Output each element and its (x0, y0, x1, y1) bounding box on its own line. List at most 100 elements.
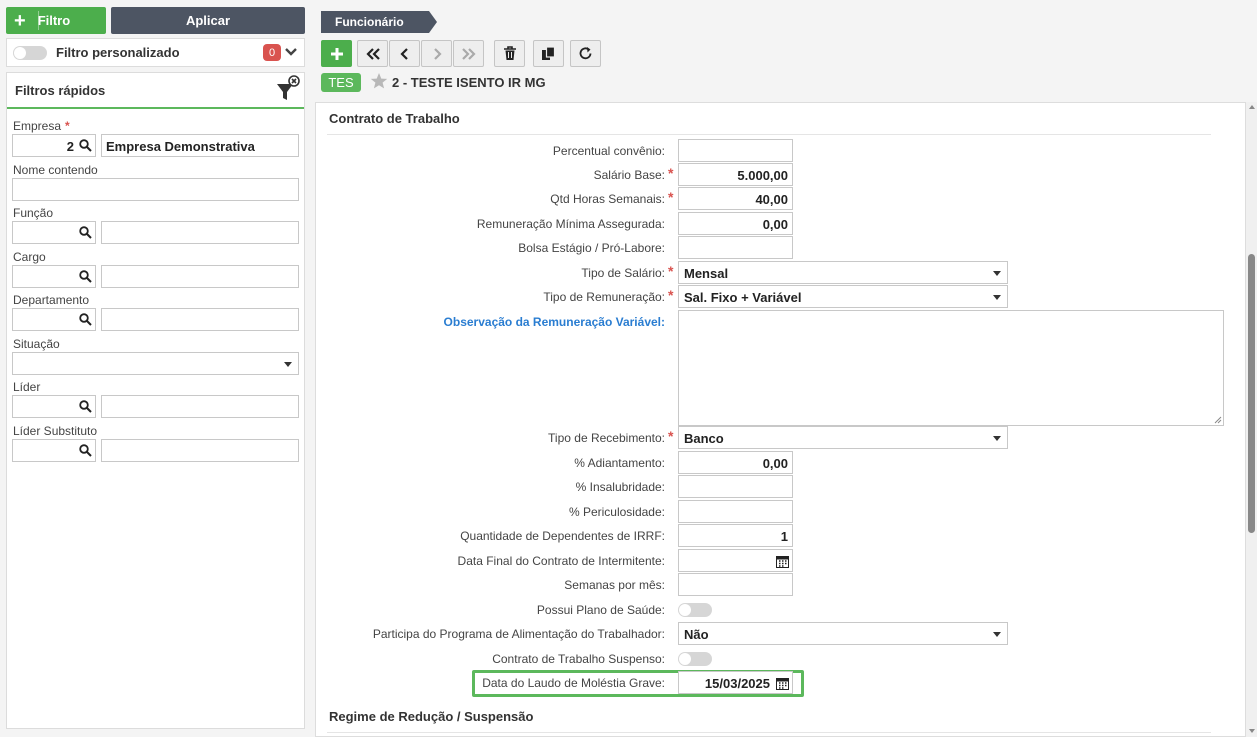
plus-icon (330, 47, 343, 60)
required-marker: * (668, 428, 674, 444)
required-marker: * (668, 287, 674, 303)
filter-count-badge: 0 (263, 44, 281, 61)
periculosidade-label: % Periculosidade: (568, 505, 665, 519)
tipo-salario-select[interactable]: Mensal (678, 261, 1008, 284)
lider-name-field[interactable] (101, 395, 299, 418)
suspenso-toggle[interactable] (678, 652, 712, 666)
qtd-horas-input[interactable]: 40,00 (678, 187, 793, 210)
search-icon[interactable] (79, 313, 92, 329)
insalubridade-input[interactable] (678, 475, 793, 498)
tipo-remuneracao-select[interactable]: Sal. Fixo + Variável (678, 285, 1008, 308)
funcao-code-field[interactable] (12, 221, 96, 244)
remuneracao-minima-label: Remuneração Mínima Assegurada: (476, 217, 665, 231)
copy-button[interactable] (533, 40, 564, 67)
observacao-label[interactable]: Observação da Remuneração Variável: (444, 315, 665, 329)
dependentes-label: Quantidade de Dependentes de IRRF: (460, 529, 665, 543)
salario-base-label: Salário Base: (593, 168, 665, 182)
bolsa-estagio-input[interactable] (678, 236, 793, 259)
suspenso-label: Contrato de Trabalho Suspenso: (492, 652, 665, 666)
cargo-name-field[interactable] (101, 265, 299, 288)
empresa-name-field[interactable]: Empresa Demonstrativa (101, 134, 299, 157)
clear-filter-icon[interactable] (275, 75, 301, 106)
departamento-name-field[interactable] (101, 308, 299, 331)
plano-saude-label: Possui Plano de Saúde: (536, 603, 665, 617)
data-final-input[interactable] (678, 549, 793, 572)
filtro-label: Filtro (37, 13, 71, 28)
lider-code-field[interactable] (12, 395, 96, 418)
section-contrato-title: Contrato de Trabalho (329, 111, 460, 126)
search-icon[interactable] (79, 400, 92, 416)
cargo-label: Cargo (13, 250, 46, 264)
adiantamento-input[interactable]: 0,00 (678, 451, 793, 474)
funcao-label: Função (13, 206, 54, 220)
form-area: Contrato de Trabalho Percentual convênio… (315, 102, 1246, 737)
nome-contendo-input[interactable] (12, 178, 299, 201)
favorite-star-icon[interactable] (370, 72, 388, 93)
trash-icon (503, 46, 516, 60)
quick-filters-title: Filtros rápidos (15, 83, 106, 98)
percentual-convenio-input[interactable] (678, 139, 793, 162)
add-button[interactable] (321, 40, 352, 67)
first-record-button[interactable] (357, 40, 388, 67)
departamento-label: Departamento (13, 293, 90, 307)
pat-select[interactable]: Não (678, 622, 1008, 645)
required-marker: * (668, 263, 674, 279)
delete-button[interactable] (494, 40, 525, 67)
section-divider (327, 134, 1211, 135)
next-record-button[interactable] (421, 40, 452, 67)
scroll-up-icon[interactable] (1249, 105, 1255, 109)
filtro-personalizado-label: Filtro personalizado (56, 45, 180, 60)
filtro-personalizado-bar: Filtro personalizado 0 (6, 38, 305, 67)
calendar-icon[interactable] (776, 555, 789, 571)
chevron-down-icon[interactable] (284, 45, 298, 62)
observacao-textarea[interactable] (678, 310, 1224, 426)
qtd-horas-label: Qtd Horas Semanais: (550, 192, 665, 206)
nome-contendo-label: Nome contendo (13, 163, 98, 177)
aplicar-button[interactable]: Aplicar (111, 7, 305, 34)
last-record-button[interactable] (453, 40, 484, 67)
scrollbar-thumb[interactable] (1248, 254, 1255, 533)
remuneracao-minima-input[interactable]: 0,00 (678, 212, 793, 235)
departamento-code-field[interactable] (12, 308, 96, 331)
funcao-name-field[interactable] (101, 221, 299, 244)
lider-substituto-label: Líder Substituto (13, 424, 98, 438)
tipo-recebimento-select[interactable]: Banco (678, 426, 1008, 449)
salario-base-input[interactable]: 5.000,00 (678, 163, 793, 186)
data-final-label: Data Final do Contrato de Intermitente: (457, 554, 665, 568)
plano-saude-toggle[interactable] (678, 603, 712, 617)
required-marker: * (668, 189, 674, 205)
filtro-personalizado-toggle[interactable] (13, 46, 47, 60)
dropdown-arrow-icon (993, 436, 1001, 441)
adiantamento-label: % Adiantamento: (574, 456, 665, 470)
refresh-button[interactable] (570, 40, 601, 67)
previous-record-button[interactable] (389, 40, 420, 67)
tab-funcionario[interactable]: Funcionário (321, 11, 437, 33)
double-chevron-left-icon (365, 47, 380, 60)
data-laudo-input[interactable]: 15/03/2025 (678, 671, 793, 694)
calendar-icon[interactable] (776, 677, 789, 693)
vertical-scrollbar[interactable] (1246, 102, 1257, 737)
tipo-recebimento-label: Tipo de Recebimento: (548, 431, 665, 445)
dropdown-arrow-icon (284, 362, 292, 367)
cargo-code-field[interactable] (12, 265, 96, 288)
scroll-down-icon[interactable] (1249, 729, 1255, 733)
periculosidade-input[interactable] (678, 500, 793, 523)
situacao-select[interactable] (12, 352, 299, 375)
dependentes-input[interactable]: 1 (678, 524, 793, 547)
semanas-input[interactable] (678, 573, 793, 596)
filter-panel: + Filtro Aplicar Filtro personalizado 0 … (0, 0, 311, 737)
search-icon[interactable] (79, 139, 92, 155)
quick-filters: Filtros rápidos Empresa * 2 Empresa Demon… (6, 72, 305, 729)
copy-icon (542, 46, 556, 60)
lider-substituto-name-field[interactable] (101, 439, 299, 462)
chevron-left-icon (399, 47, 408, 60)
lider-substituto-code-field[interactable] (12, 439, 96, 462)
search-icon[interactable] (79, 270, 92, 286)
filtro-button[interactable]: + Filtro (6, 7, 106, 34)
search-icon[interactable] (79, 226, 92, 242)
empresa-code-field[interactable]: 2 (12, 134, 96, 157)
lider-label: Líder (13, 380, 41, 394)
section-divider (327, 732, 1211, 733)
search-icon[interactable] (79, 444, 92, 460)
main-panel: Funcionário TES 2 - TESTE ISENTO IR MG C… (311, 0, 1257, 737)
